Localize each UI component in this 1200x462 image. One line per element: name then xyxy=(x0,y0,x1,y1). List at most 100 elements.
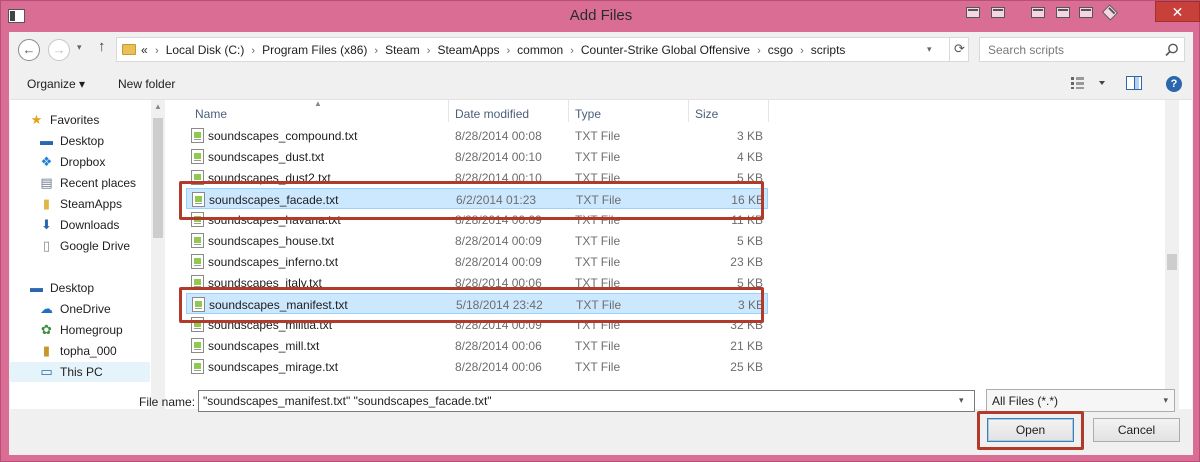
nav-item-onedrive[interactable]: ☁ OneDrive xyxy=(10,299,150,319)
file-row[interactable]: soundscapes_house.txt 8/28/2014 00:09 TXT … xyxy=(186,230,768,251)
breadcrumb-item[interactable]: Program Files (x86) xyxy=(262,43,367,57)
file-row[interactable]: soundscapes_mirage.txt 8/28/2014 00:06 TXT… xyxy=(186,356,768,377)
file-row[interactable]: soundscapes_compound.txt 8/28/2014 00:08 T… xyxy=(186,125,768,146)
file-date-modified: 6/2/2014 01:23 xyxy=(456,193,537,207)
file-name: soundscapes_dust2.txt xyxy=(208,171,331,185)
document-icon: ▯ xyxy=(42,238,51,253)
breadcrumb-separator-icon[interactable]: › xyxy=(507,45,511,57)
breadcrumb-overflow[interactable]: « xyxy=(141,43,148,57)
text-file-icon xyxy=(191,149,204,164)
column-divider[interactable] xyxy=(768,100,769,122)
cloud-icon: ☁ xyxy=(40,301,53,316)
refresh-button[interactable]: ⟳ xyxy=(949,38,969,61)
file-row[interactable]: soundscapes_italy.txt 8/28/2014 00:06 TXT … xyxy=(186,272,768,293)
breadcrumb-separator-icon[interactable]: › xyxy=(427,45,431,57)
window-tool-icon[interactable] xyxy=(966,7,980,18)
file-date-modified: 8/28/2014 00:09 xyxy=(455,213,542,227)
homegroup-icon: ✿ xyxy=(41,322,52,337)
nav-item-steamapps[interactable]: ▮ SteamApps xyxy=(10,194,150,214)
file-type: TXT File xyxy=(575,339,621,353)
breadcrumb-separator-icon[interactable]: › xyxy=(570,45,574,57)
nav-item-this-pc[interactable]: ▭ This PC xyxy=(10,362,150,382)
nav-item-google-drive[interactable]: ▯ Google Drive xyxy=(10,236,150,256)
breadcrumb-item[interactable]: common xyxy=(517,43,563,57)
file-name: soundscapes_militia.txt xyxy=(208,318,333,332)
breadcrumb-separator-icon[interactable]: › xyxy=(800,45,804,57)
breadcrumb-item[interactable]: Counter-Strike Global Offensive xyxy=(581,43,750,57)
window-tool-icon[interactable] xyxy=(991,7,1005,18)
file-size: 3 KB xyxy=(736,129,763,143)
preview-pane-icon[interactable] xyxy=(1126,76,1142,90)
column-size[interactable]: Size xyxy=(695,107,718,121)
nav-item-desktop[interactable]: ▬ Desktop xyxy=(10,131,150,151)
nav-favorites[interactable]: ★ Favorites xyxy=(10,110,150,130)
column-date-modified[interactable]: Date modified xyxy=(455,107,529,121)
file-type-select[interactable]: All Files (*.*) ▾ xyxy=(986,389,1175,412)
breadcrumb-item[interactable]: SteamApps xyxy=(437,43,499,57)
column-divider[interactable] xyxy=(448,100,449,122)
breadcrumb-separator-icon[interactable]: › xyxy=(757,45,761,57)
file-name-label: File name: xyxy=(139,395,196,409)
file-row[interactable]: soundscapes_dust2.txt 8/28/2014 00:10 TXT … xyxy=(186,167,768,188)
breadcrumb-separator-icon[interactable]: › xyxy=(155,45,159,57)
nav-scrollbar[interactable]: ▲ xyxy=(151,100,165,410)
user-folder-icon: ▮ xyxy=(42,343,51,358)
file-name-input[interactable] xyxy=(198,390,975,412)
file-row[interactable]: soundscapes_inferno.txt 8/28/2014 00:09 TX… xyxy=(186,251,768,272)
open-button[interactable]: Open xyxy=(987,418,1074,442)
window-tool-icon[interactable] xyxy=(1031,7,1045,18)
file-size: 16 KB xyxy=(731,193,764,207)
column-divider[interactable] xyxy=(568,100,569,122)
back-button[interactable]: ← xyxy=(18,39,40,61)
column-divider[interactable] xyxy=(688,100,689,122)
file-name: soundscapes_havana.txt xyxy=(208,213,341,227)
nav-item-downloads[interactable]: ⬇ Downloads xyxy=(10,215,150,235)
organize-menu[interactable]: Organize ▾ xyxy=(27,77,85,91)
file-type: TXT File xyxy=(575,360,621,374)
file-type: TXT File xyxy=(575,213,621,227)
address-bar[interactable]: « › Local Disk (C:) › Program Files (x86) › S… xyxy=(116,37,969,62)
file-row[interactable]: soundscapes_dust.txt 8/28/2014 00:10 TXT F… xyxy=(186,146,768,167)
nav-scroll-thumb[interactable] xyxy=(153,118,163,238)
file-name: soundscapes_facade.txt xyxy=(209,193,339,207)
address-dropdown-chevron-icon[interactable]: ▾ xyxy=(927,44,932,55)
up-arrow-icon[interactable]: ↑ xyxy=(98,38,106,55)
file-row[interactable]: soundscapes_militia.txt 8/28/2014 00:09 TX… xyxy=(186,314,768,335)
breadcrumb-item[interactable]: csgo xyxy=(768,43,793,57)
file-scroll-thumb[interactable] xyxy=(1167,254,1177,270)
breadcrumb-item[interactable]: Steam xyxy=(385,43,420,57)
breadcrumb-item[interactable]: Local Disk (C:) xyxy=(166,43,245,57)
search-icon[interactable] xyxy=(1164,42,1180,58)
nav-item-recent-places[interactable]: ▤ Recent places xyxy=(10,173,150,193)
nav-item-user[interactable]: ▮ topha_000 xyxy=(10,341,150,361)
breadcrumb-separator-icon[interactable]: › xyxy=(251,45,255,57)
add-files-dialog: Add Files ✕ ← → ▾ ↑ « › Local Disk (C:) › P… xyxy=(0,0,1200,462)
forward-button[interactable]: → xyxy=(48,39,70,61)
breadcrumb-item[interactable]: scripts xyxy=(811,43,846,57)
new-folder-button[interactable]: New folder xyxy=(118,77,175,91)
window-tool-icon[interactable] xyxy=(1079,7,1093,18)
file-row[interactable]: soundscapes_facade.txt 6/2/2014 01:23 TXT … xyxy=(186,188,768,209)
search-input[interactable] xyxy=(981,39,1161,60)
window-tool-icon[interactable] xyxy=(1056,7,1070,18)
search-box[interactable] xyxy=(979,37,1185,62)
nav-item-dropbox[interactable]: ❖ Dropbox xyxy=(10,152,150,172)
file-row[interactable]: soundscapes_havana.txt 8/28/2014 00:09 TXT… xyxy=(186,209,768,230)
cancel-button[interactable]: Cancel xyxy=(1093,418,1180,442)
file-type: TXT File xyxy=(575,150,621,164)
close-button[interactable]: ✕ xyxy=(1155,1,1200,22)
breadcrumb-separator-icon[interactable]: › xyxy=(374,45,378,57)
title-bar[interactable]: Add Files ✕ xyxy=(1,1,1200,32)
help-icon[interactable]: ? xyxy=(1166,76,1182,92)
file-row[interactable]: soundscapes_mill.txt 8/28/2014 00:06 TXT F… xyxy=(186,335,768,356)
file-list-scrollbar[interactable] xyxy=(1165,100,1179,410)
scroll-up-arrow-icon[interactable]: ▲ xyxy=(154,102,162,111)
column-name[interactable]: Name xyxy=(195,107,227,121)
recent-locations-chevron-icon[interactable]: ▾ xyxy=(77,42,82,53)
change-view-icon[interactable] xyxy=(1071,77,1111,89)
file-row[interactable]: soundscapes_manifest.txt 5/18/2014 23:42 T… xyxy=(186,293,768,314)
nav-item-homegroup[interactable]: ✿ Homegroup xyxy=(10,320,150,340)
nav-desktop-root[interactable]: ▬ Desktop xyxy=(10,278,150,298)
file-name-dropdown-chevron-icon[interactable]: ▾ xyxy=(959,395,964,406)
column-type[interactable]: Type xyxy=(575,107,601,121)
